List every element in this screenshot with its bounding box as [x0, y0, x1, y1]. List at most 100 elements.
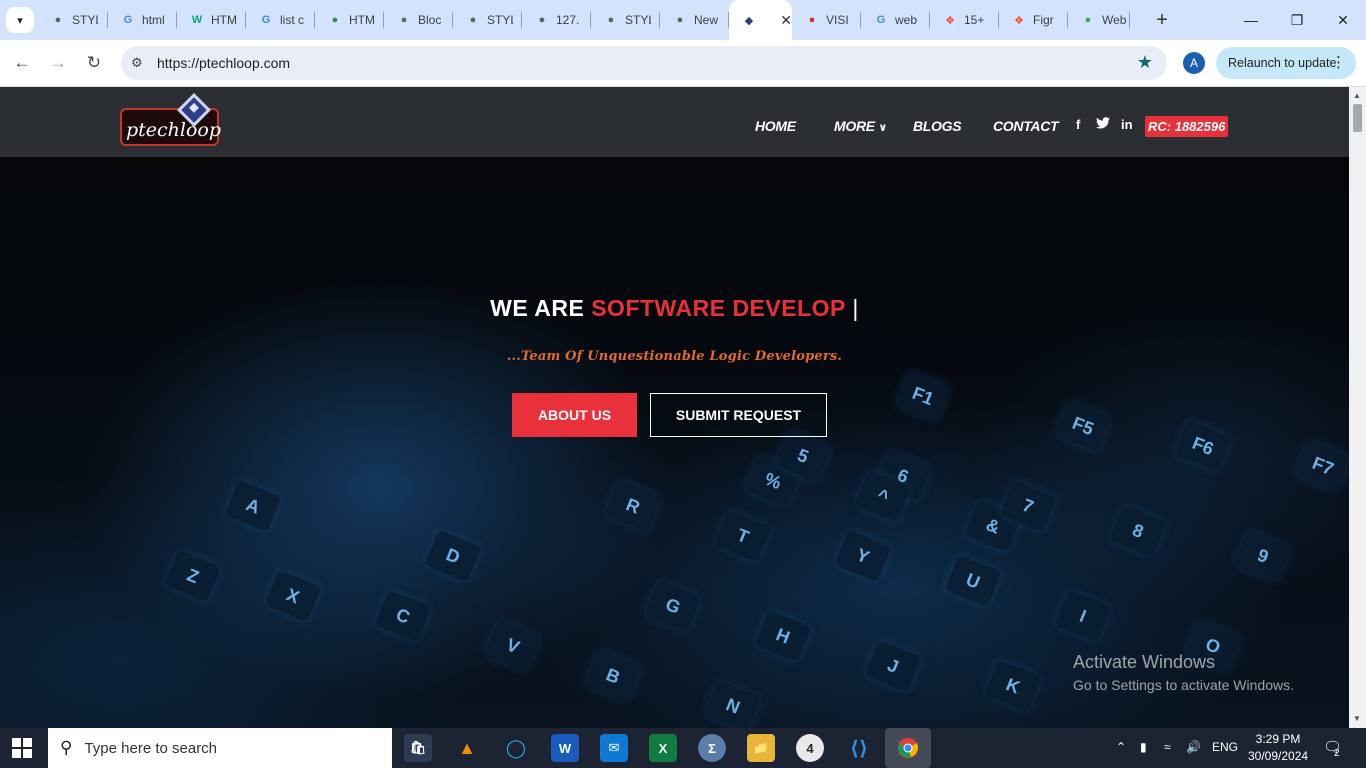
vscode-icon[interactable]: ⟨⟩	[845, 734, 873, 762]
tab-9[interactable]: ● New	[660, 0, 729, 40]
tab-title: HTM	[349, 13, 375, 27]
figma-icon: ❖	[1014, 14, 1024, 27]
new-tab-button[interactable]: +	[1150, 8, 1174, 32]
keyboard-key: R	[604, 479, 662, 533]
tab-title: 15+	[964, 13, 985, 27]
forward-button[interactable]: →	[46, 51, 70, 75]
close-window-button[interactable]: ✕	[1320, 0, 1366, 40]
relaunch-label: Relaunch to update	[1228, 56, 1337, 70]
scroll-down-icon[interactable]: ▼	[1353, 714, 1361, 723]
whatsapp-icon[interactable]: 4	[796, 734, 824, 762]
file-explorer-icon[interactable]: 📁	[747, 734, 775, 762]
tab-7[interactable]: ● 127.	[522, 0, 591, 40]
profile-avatar[interactable]: A	[1183, 52, 1205, 74]
tab-4[interactable]: ● HTM	[315, 0, 384, 40]
url-text[interactable]: https://ptechloop.com	[157, 55, 290, 71]
clock-date: 30/09/2024	[1248, 749, 1309, 763]
google-icon: G	[261, 14, 271, 26]
menu-dots-icon[interactable]: ⋮	[1331, 53, 1346, 71]
site-info-icon[interactable]: ⚙	[131, 55, 143, 71]
scroll-up-icon[interactable]: ▲	[1353, 91, 1361, 100]
facebook-icon[interactable]: f	[1076, 117, 1080, 132]
watermark-subtitle: Go to Settings to activate Windows.	[1073, 677, 1294, 693]
calculator-icon[interactable]: Σ	[698, 734, 726, 762]
nav-more[interactable]: MORE ∨	[834, 118, 887, 134]
keyboard-key: F7	[1294, 439, 1349, 493]
word-icon[interactable]: W	[551, 734, 579, 762]
mail-icon[interactable]: ✉	[600, 734, 628, 762]
tab-0[interactable]: ● STYL	[38, 0, 108, 40]
site-logo[interactable]: ptechloop	[120, 93, 222, 146]
activate-windows-watermark: Activate Windows Go to Settings to activ…	[1073, 652, 1294, 693]
tab-title: STYL	[487, 13, 513, 27]
tab-6[interactable]: ● STYL	[453, 0, 522, 40]
keyboard-key: H	[754, 609, 812, 663]
tab-1[interactable]: Ghtml	[108, 0, 177, 40]
battery-icon[interactable]: ▮	[1140, 740, 1147, 754]
tab-title: 127.	[556, 13, 580, 27]
whatsapp-badge: 4	[806, 740, 814, 756]
windows-start-icon[interactable]	[12, 738, 32, 758]
keyboard-key: Y	[834, 529, 892, 583]
scrollbar-thumb[interactable]	[1353, 104, 1362, 132]
geeks-icon: ●	[331, 14, 339, 26]
tab-2[interactable]: W HTM	[177, 0, 246, 40]
submit-request-button[interactable]: SUBMIT REQUEST	[650, 393, 827, 437]
hero-headline: WE ARE SOFTWARE DEVELOP |	[0, 295, 1349, 322]
keyboard-key: 9	[1234, 529, 1292, 583]
chevron-down-icon: ∨	[878, 122, 888, 134]
keyboard-key: V	[484, 619, 542, 673]
tray-chevron-icon[interactable]: ⌃	[1116, 740, 1126, 754]
w3schools-icon: W	[191, 14, 203, 26]
restore-button[interactable]: ❐	[1274, 0, 1320, 40]
back-button[interactable]: ←	[10, 51, 34, 75]
address-bar[interactable]: ⚙ https://ptechloop.com ★	[121, 46, 1167, 80]
language-indicator[interactable]: ENG	[1212, 740, 1238, 754]
tab-8[interactable]: ● STYL	[591, 0, 660, 40]
relaunch-button[interactable]: Relaunch to update ⋮	[1216, 47, 1356, 79]
hero-section: F1 F5 F6 F7 6% 5 R T Y U I O 8 9 & 7 ^ A Z X C V D G H J K B N WE AR…	[0, 157, 1349, 728]
tab-10[interactable]: ◆ ✕	[729, 0, 792, 40]
chrome-taskbar-icon[interactable]	[885, 728, 931, 768]
network-icon[interactable]: ≈	[1164, 740, 1171, 754]
linkedin-icon[interactable]: in	[1121, 117, 1133, 132]
tab-close-icon[interactable]: ✕	[780, 12, 792, 29]
logo-text: ptechloop	[126, 119, 222, 141]
excel-icon[interactable]: X	[649, 734, 677, 762]
tab-15[interactable]: ● Web	[1068, 0, 1130, 40]
notification-count: 2	[1334, 748, 1340, 759]
arrow-right-icon: →	[49, 53, 67, 72]
windows-taskbar: ⚲ Type here to search 🛍 ▲ ◯ W ✉ X Σ 📁 4 …	[0, 728, 1366, 768]
tab-5[interactable]: ● Bloc	[384, 0, 453, 40]
about-us-button[interactable]: ABOUT US	[512, 393, 637, 437]
tab-3[interactable]: Glist c	[246, 0, 315, 40]
nav-blogs[interactable]: BLOGS	[913, 118, 962, 134]
tab-12[interactable]: Gweb	[861, 0, 930, 40]
globe-icon: ●	[469, 14, 477, 26]
nav-more-label: MORE	[834, 118, 875, 134]
tab-title: STYL	[72, 13, 98, 27]
nav-home[interactable]: HOME	[755, 118, 796, 134]
store-icon[interactable]: 🛍	[404, 734, 432, 762]
tab-strip: ▾ ● STYL Ghtml W HTM Glist c ● HTM ● Bloc ● STYL ● 12…	[0, 0, 1366, 40]
page-scrollbar[interactable]: ▲ ▼	[1349, 87, 1366, 728]
tab-search-button[interactable]: ▾	[6, 7, 34, 33]
headline-red: SOFTWARE DEVELOP	[591, 295, 846, 321]
nav-contact[interactable]: CONTACT	[993, 118, 1059, 134]
tab-13[interactable]: ❖ 15+	[930, 0, 999, 40]
keyboard-key: F6	[1174, 419, 1232, 473]
keyboard-key: D	[424, 529, 482, 583]
twitter-icon[interactable]	[1096, 117, 1110, 132]
edge-icon[interactable]: ◯	[502, 734, 530, 762]
tab-11[interactable]: ● VISI	[792, 0, 861, 40]
taskbar-clock[interactable]: 3:29 PM 30/09/2024	[1248, 731, 1308, 765]
volume-icon[interactable]: 🔊	[1186, 740, 1201, 754]
vlc-icon[interactable]: ▲	[453, 734, 481, 762]
keyboard-key: C	[374, 589, 432, 643]
taskbar-search-box[interactable]: ⚲ Type here to search	[48, 728, 392, 768]
minimize-button[interactable]: —	[1228, 0, 1274, 40]
taskbar-search-placeholder: Type here to search	[84, 739, 218, 757]
bookmark-star-icon[interactable]: ★	[1137, 52, 1153, 73]
tab-14[interactable]: ❖ Figr	[999, 0, 1068, 40]
reload-button[interactable]: ↻	[82, 51, 106, 75]
